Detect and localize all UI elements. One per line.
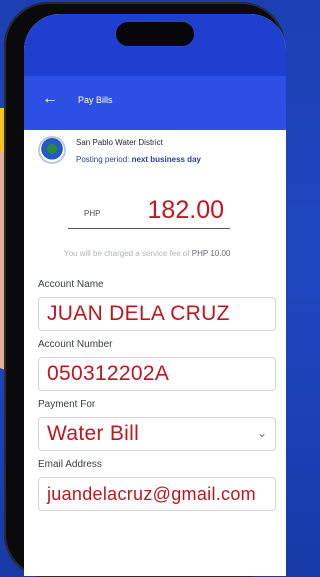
chevron-down-icon[interactable]: ⌄: [257, 426, 267, 440]
app-bar: ← Pay Bills: [24, 76, 286, 130]
arrow-left-icon[interactable]: ←: [42, 90, 58, 108]
posting-period: Posting period: next business day: [76, 155, 201, 164]
email-address-field[interactable]: juandelacruz@gmail.com: [38, 477, 276, 511]
email-address-label: Email Address: [38, 459, 102, 470]
page-title: Pay Bills: [78, 95, 113, 105]
status-bar: [24, 14, 286, 76]
currency-label: PHP: [84, 209, 101, 218]
account-name-label: Account Name: [38, 279, 104, 290]
biller-name: San Pablo Water District: [76, 138, 163, 147]
account-number-label: Account Number: [38, 339, 113, 350]
posting-label: Posting period:: [76, 155, 130, 164]
dynamic-island: [116, 22, 194, 46]
service-fee-prefix: You will be charged a service fee of: [64, 249, 190, 258]
water-district-logo: [38, 136, 66, 164]
amount-value[interactable]: 182.00: [148, 196, 224, 225]
account-name-field[interactable]: JUAN DELA CRUZ: [38, 297, 276, 331]
phone-frame: ← Pay Bills San Pablo Water District Pos…: [4, 2, 286, 577]
service-fee-value: PHP 10.00: [191, 249, 231, 258]
payment-for-label: Payment For: [38, 399, 96, 410]
posting-value: next business day: [131, 155, 201, 164]
email-address-value: juandelacruz@gmail.com: [47, 484, 256, 504]
account-name-value: JUAN DELA CRUZ: [47, 302, 230, 325]
service-fee-note: You will be charged a service fee of PHP…: [64, 249, 230, 258]
amount-input[interactable]: PHP 182.00: [68, 196, 230, 229]
payment-for-select[interactable]: Water Bill ⌄: [38, 417, 276, 451]
account-number-field[interactable]: 050312202A: [38, 357, 276, 391]
app-screen: ← Pay Bills San Pablo Water District Pos…: [24, 14, 286, 576]
biller-info: San Pablo Water District Posting period:…: [38, 136, 270, 176]
payment-for-value: Water Bill: [47, 422, 140, 445]
account-number-value: 050312202A: [47, 362, 170, 385]
